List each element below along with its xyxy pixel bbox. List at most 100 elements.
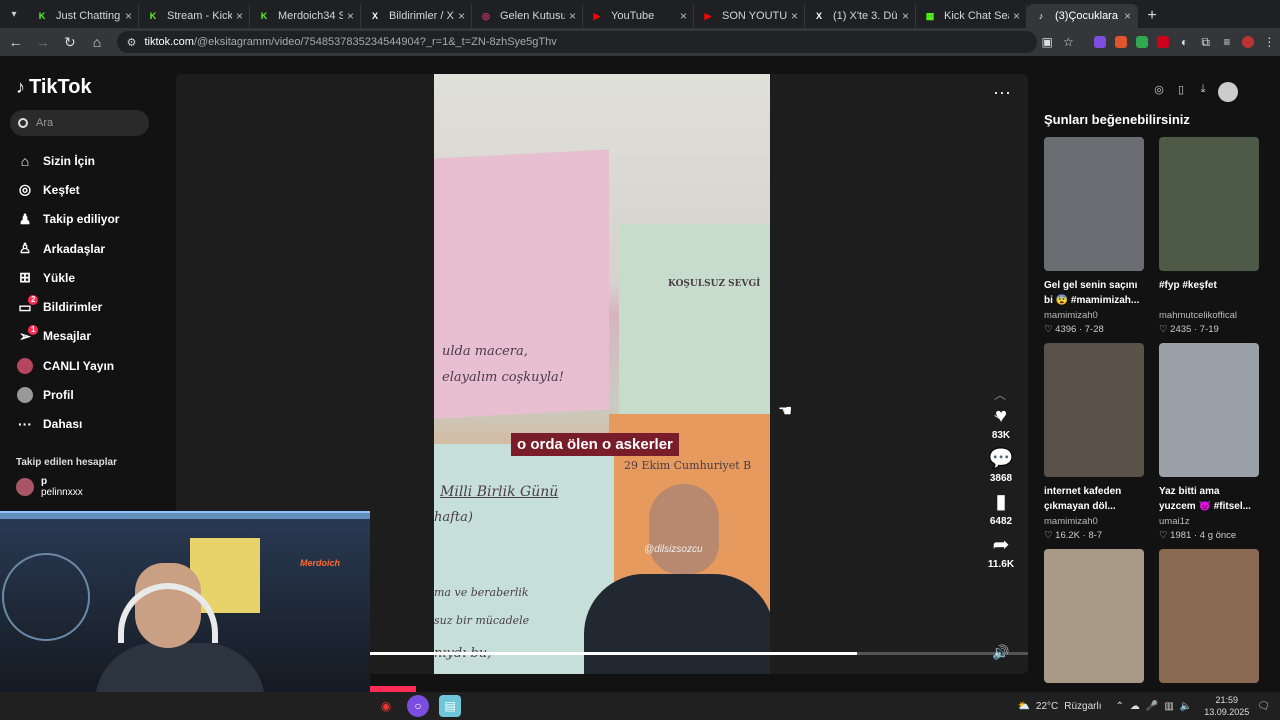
previous-video-icon[interactable]: ︿ <box>994 386 1006 403</box>
recommended-video[interactable]: #fyp #keşfet mahmutcelikoffical ♡ 2435 · 7… <box>1159 137 1259 335</box>
browser-tab[interactable]: X Bildirimler / X × <box>361 4 472 28</box>
close-tab-icon[interactable]: × <box>458 9 465 23</box>
sidebar-item-upload[interactable]: ⊞ Yükle <box>16 263 119 292</box>
share-button[interactable]: ➦ 11.6K <box>984 533 1018 570</box>
sidebar-item-following[interactable]: ♟ Takip ediliyor <box>16 205 120 234</box>
browser-tab[interactable]: K Merdoich34 Strea × <box>250 4 361 28</box>
close-tab-icon[interactable]: × <box>902 9 909 23</box>
clock[interactable]: 21:59 13.09.2025 <box>1204 694 1249 718</box>
reload-icon[interactable]: ↻ <box>58 30 81 54</box>
network-icon[interactable]: ▥ <box>1164 701 1173 712</box>
reading-list-icon[interactable]: ≡ <box>1216 31 1237 53</box>
app-icon[interactable]: ◉ <box>375 695 397 717</box>
avatar[interactable] <box>1218 82 1238 102</box>
following-account[interactable]: p pelinnxxx <box>16 476 83 498</box>
download-icon[interactable]: ⤓ <box>1196 82 1210 96</box>
cloud-icon[interactable]: ☁ <box>1130 701 1140 712</box>
url-host: tiktok.com <box>144 36 194 48</box>
new-tab-button[interactable]: + <box>1138 4 1166 28</box>
recommended-video[interactable] <box>1159 549 1259 683</box>
sidebar-nav: ⌂ Sizin İçin ◎ Keşfet ♟ Takip ediliyor ♙ Arkada… <box>16 146 119 439</box>
recommended-video[interactable]: internet kafeden çıkmayan döl... mamimiza… <box>1044 343 1144 541</box>
close-tab-icon[interactable]: × <box>347 9 354 23</box>
recommended-video-user[interactable]: mahmutcelikoffical <box>1159 310 1259 321</box>
sidebar-item-more[interactable]: ··· Dahası <box>16 410 119 439</box>
recommended-video[interactable] <box>1044 549 1144 683</box>
home-button-icon[interactable]: ⌂ <box>85 30 108 54</box>
volume-icon[interactable]: 🔊 <box>992 644 1009 661</box>
coins-icon[interactable]: ◎ <box>1152 82 1166 96</box>
install-app-icon[interactable]: ▣ <box>1037 31 1058 53</box>
extension-icon[interactable] <box>1089 31 1110 53</box>
close-tab-icon[interactable]: × <box>1124 9 1131 23</box>
address-bar[interactable]: ⚙ tiktok.com/@eksitagramm/video/75485378… <box>116 31 1037 53</box>
tray-icon[interactable]: ⌃ <box>1116 701 1124 712</box>
save-button[interactable]: ▮ 6482 <box>984 490 1018 527</box>
recommended-video-user[interactable]: mamimizah0 <box>1044 516 1144 527</box>
recommended-video-user[interactable]: mamimizah0 <box>1044 310 1144 321</box>
more-icon: ··· <box>18 416 32 433</box>
site-info-icon[interactable]: ⚙ <box>127 36 137 49</box>
browser-tab[interactable]: ▦ Kick Chat Search × <box>916 4 1027 28</box>
recommended-video[interactable]: Yaz bitti ama yuzcem 😈 #fitsel... umai1z ♡… <box>1159 343 1259 541</box>
recommended-video-user[interactable]: umai1z <box>1159 516 1259 527</box>
sidebar-item-profile[interactable]: Profil <box>16 380 119 409</box>
close-tab-icon[interactable]: × <box>569 9 576 23</box>
forward-icon[interactable]: → <box>31 30 54 54</box>
like-button[interactable]: ♥ 83K <box>984 404 1018 441</box>
video-thumbnail[interactable] <box>1159 549 1259 683</box>
comment-button[interactable]: 💬 3868 <box>984 447 1018 484</box>
close-tab-icon[interactable]: × <box>125 9 132 23</box>
recommended-video-meta: ♡ 2435 · 7-19 <box>1159 324 1219 335</box>
browser-tab[interactable]: K Stream - Kick Da × <box>139 4 250 28</box>
app-icon[interactable]: ○ <box>407 695 429 717</box>
video-thumbnail[interactable] <box>1159 343 1259 477</box>
recommended-video-meta: ♡ 4396 · 7-28 <box>1044 324 1104 335</box>
mic-icon[interactable]: 🎤 <box>1146 701 1158 712</box>
video-progress-bar[interactable] <box>370 652 1028 655</box>
browser-tab[interactable]: ▶ SON YOUTUBE VI × <box>694 4 805 28</box>
browser-tab[interactable]: ♪ (3)Çocuklara Siya × <box>1027 4 1138 28</box>
recommended-video-title: internet kafeden çıkmayan döl... <box>1044 486 1122 512</box>
browser-tab[interactable]: ▶ YouTube × <box>583 4 694 28</box>
close-tab-icon[interactable]: × <box>791 9 798 23</box>
video-thumbnail[interactable] <box>1044 137 1144 271</box>
video-frame[interactable]: ulda macera, elayalım coşkuyla! KOŞULSUZ… <box>434 74 770 674</box>
notifications-tray-icon[interactable]: 🗨 <box>1257 701 1270 712</box>
back-icon[interactable]: ← <box>4 30 27 54</box>
more-options-icon[interactable]: ··· <box>993 82 1011 103</box>
sidebar-item-compass[interactable]: ◎ Keşfet <box>16 175 119 204</box>
extension-icon[interactable] <box>1110 31 1131 53</box>
sidebar-item-friends[interactable]: ♙ Arkadaşlar <box>16 234 119 263</box>
browser-tab[interactable]: X (1) X'te 3. Dünya × <box>805 4 916 28</box>
close-tab-icon[interactable]: × <box>1013 9 1020 23</box>
extension-icon[interactable]: ◐ <box>1174 31 1195 53</box>
adblock-icon[interactable] <box>1153 31 1174 53</box>
notepad-icon[interactable]: ▤ <box>439 695 461 717</box>
sidebar-item-notifications[interactable]: ▭ 2 Bildirimler <box>16 292 119 321</box>
recommended-video[interactable]: Gel gel senin saçını bi 😨 #mamimizah... m… <box>1044 137 1144 335</box>
notification-badge: 2 <box>28 295 39 306</box>
search-input[interactable]: Ara <box>10 110 149 136</box>
video-thumbnail[interactable] <box>1044 343 1144 477</box>
browser-tab[interactable]: ◎ Gelen Kutusu • Se × <box>472 4 583 28</box>
browser-tab[interactable]: K Just Chatting Stre × <box>28 4 139 28</box>
video-thumbnail[interactable] <box>1159 137 1259 271</box>
browser-menu-icon[interactable]: ⋮ <box>1259 31 1280 53</box>
speaker-icon[interactable]: 🔈 <box>1180 701 1192 712</box>
weather-temp[interactable]: 22°C <box>1036 701 1058 712</box>
tab-search-icon[interactable]: ▾ <box>0 0 28 28</box>
close-tab-icon[interactable]: × <box>236 9 243 23</box>
video-thumbnail[interactable] <box>1044 549 1144 683</box>
sidebar-item-messages[interactable]: ➢ 1 Mesajlar <box>16 322 119 351</box>
sidebar-item-live[interactable]: CANLI Yayın <box>16 351 119 380</box>
weather-label[interactable]: Rüzgarlı <box>1064 701 1101 712</box>
extensions-puzzle-icon[interactable]: ⧉ <box>1195 31 1216 53</box>
close-tab-icon[interactable]: × <box>680 9 687 23</box>
device-icon[interactable]: ▯ <box>1174 82 1188 96</box>
profile-avatar[interactable] <box>1238 31 1259 53</box>
extension-icon[interactable] <box>1131 31 1152 53</box>
sidebar-item-home[interactable]: ⌂ Sizin İçin <box>16 146 119 175</box>
tiktok-logo[interactable]: ♪ TikTok <box>16 76 92 99</box>
bookmark-star-icon[interactable]: ☆ <box>1058 31 1079 53</box>
